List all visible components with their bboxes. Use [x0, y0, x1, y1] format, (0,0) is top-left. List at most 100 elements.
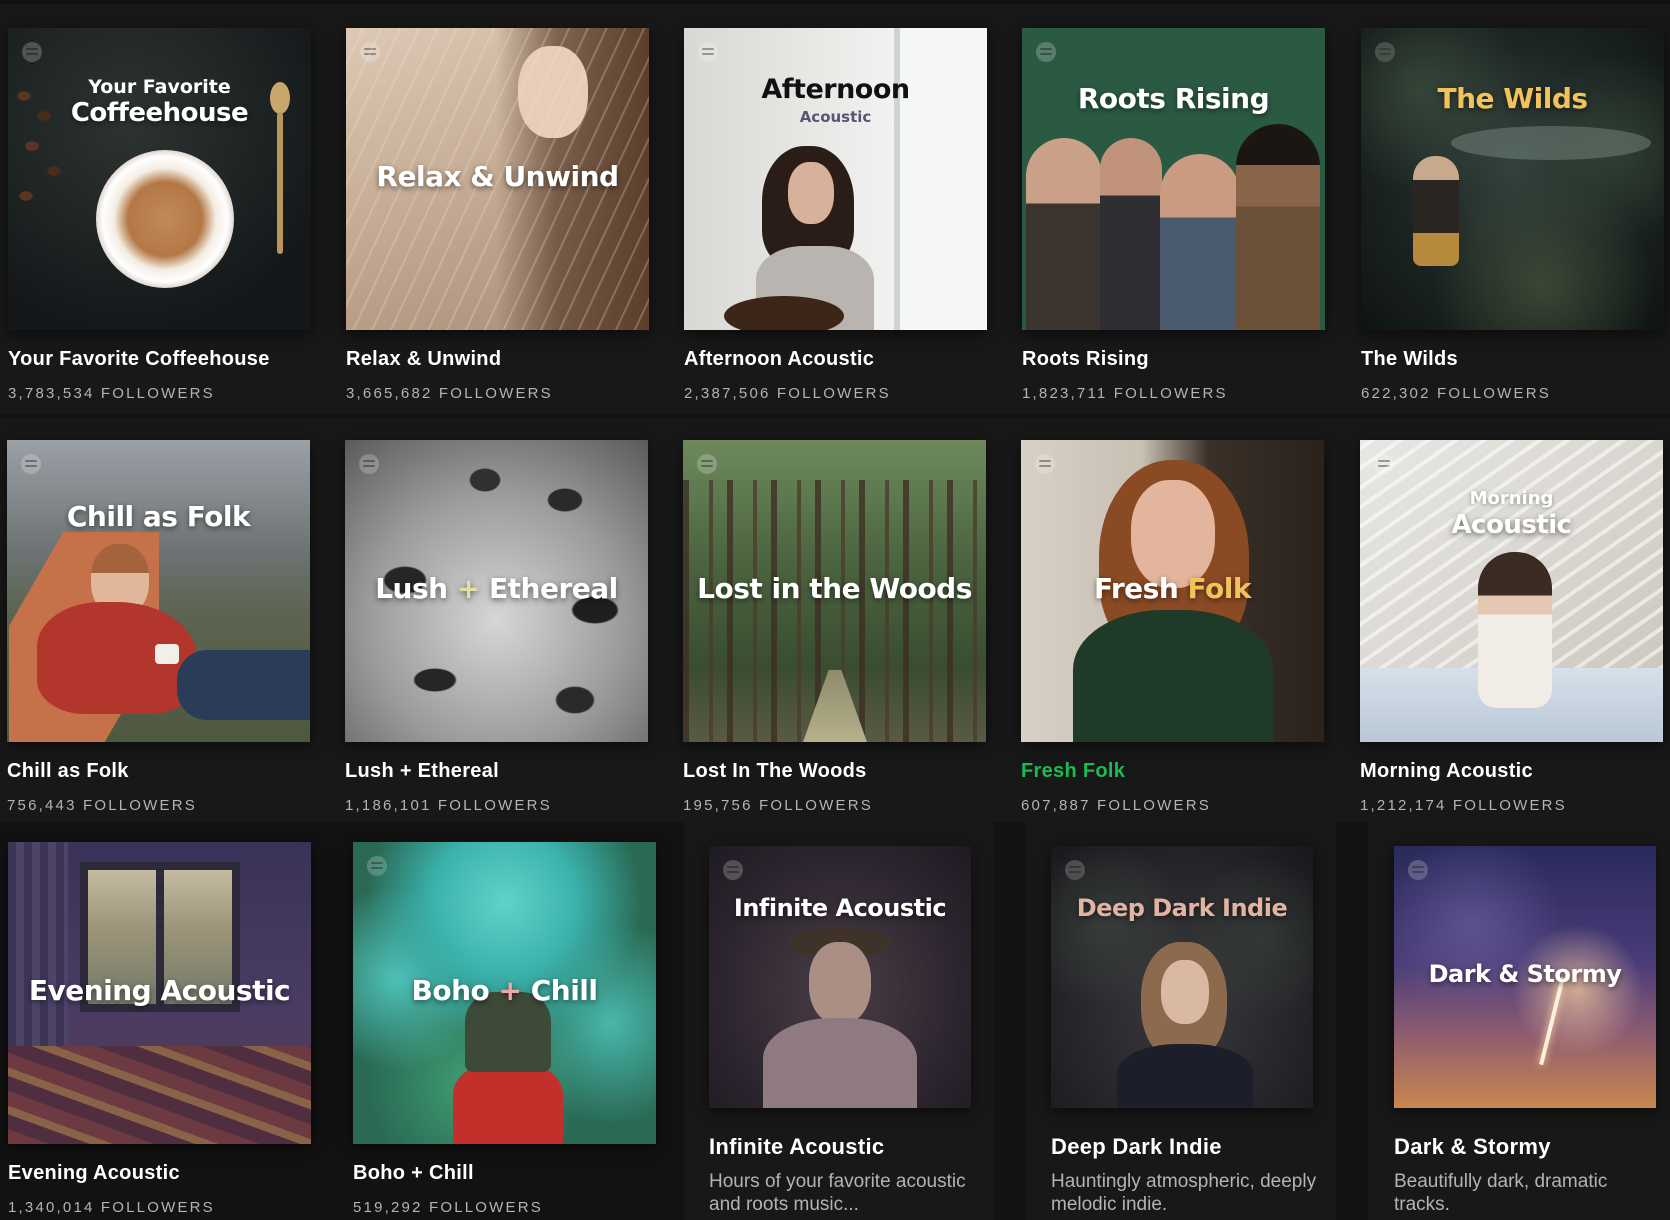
playlist-card-roots-rising[interactable]: Roots Rising Roots Rising 1,823,711 FOLL…: [1022, 28, 1327, 408]
playlist-title[interactable]: Dark & Stormy: [1394, 1134, 1551, 1160]
cover-title-plus: +: [498, 974, 522, 1007]
cover-title: Lush + Ethereal: [345, 572, 648, 605]
woman-figure: [1478, 552, 1552, 708]
coffee-cup-illustration: [96, 150, 234, 288]
playlist-card-fresh-folk[interactable]: Fresh Folk Fresh Folk 607,887 FOLLOWERS: [1021, 440, 1326, 820]
cover-title: Chill as Folk: [66, 500, 251, 533]
playlist-card-deep-dark-indie[interactable]: Deep Dark Indie Deep Dark Indie Haunting…: [1026, 822, 1336, 1220]
woman-face-figure: [1161, 960, 1209, 1024]
playlist-cover[interactable]: The Wilds: [1361, 28, 1664, 330]
cover-title-plus: +: [456, 572, 480, 605]
playlist-card-chill-as-folk[interactable]: Chill as Folk Chill as Folk 756,443 FOLL…: [7, 440, 312, 820]
playlist-cover[interactable]: Afternoon Acoustic: [684, 28, 987, 330]
playlist-followers: 1,212,174 FOLLOWERS: [1360, 797, 1567, 814]
playlist-followers: 3,665,682 FOLLOWERS: [346, 385, 553, 402]
playlist-title[interactable]: Lush + Ethereal: [345, 760, 499, 783]
cover-title: Infinite Acoustic: [733, 894, 947, 922]
playlist-card-evening-acoustic[interactable]: Evening Acoustic Evening Acoustic 1,340,…: [8, 842, 320, 1220]
cover-title: The Wilds: [1437, 82, 1588, 115]
playlist-title[interactable]: Your Favorite Coffeehouse: [8, 348, 270, 371]
cover-title-part: Chill: [530, 974, 598, 1007]
playlist-title[interactable]: Fresh Folk: [1021, 760, 1125, 783]
playlist-cover[interactable]: Dark & Stormy: [1394, 846, 1656, 1108]
playlist-card-the-wilds[interactable]: The Wilds The Wilds 622,302 FOLLOWERS: [1361, 28, 1666, 408]
spotify-logo-icon: [698, 42, 718, 62]
dark-top-figure: [1117, 1044, 1253, 1108]
spotify-logo-icon: [21, 454, 41, 474]
river-decoration: [1451, 126, 1651, 160]
playlist-followers: 622,302 FOLLOWERS: [1361, 385, 1551, 402]
cover-subtitle: Acoustic: [799, 108, 872, 126]
cover-title: Acoustic: [1451, 510, 1572, 540]
playlist-card-your-favorite-coffeehouse[interactable]: Your Favorite Coffeehouse Your Favorite …: [8, 28, 313, 408]
cover-title-accent: Folk: [1187, 572, 1252, 605]
playlist-cover[interactable]: Roots Rising: [1022, 28, 1325, 330]
spotify-logo-icon: [723, 860, 743, 880]
cover-subtitle: Morning: [1469, 488, 1554, 509]
cover-title: Lost in the Woods: [697, 572, 972, 605]
playlist-cover[interactable]: Deep Dark Indie: [1051, 846, 1313, 1108]
cover-title: Boho + Chill: [353, 974, 656, 1007]
playlist-title[interactable]: Relax & Unwind: [346, 348, 501, 371]
red-skirt-figure: [453, 1062, 563, 1144]
cover-title: Coffeehouse: [70, 98, 249, 128]
cover-title: Relax & Unwind: [376, 160, 619, 193]
playlist-cover[interactable]: Infinite Acoustic: [709, 846, 971, 1108]
playlist-followers: 519,292 FOLLOWERS: [353, 1199, 543, 1216]
playlist-cover[interactable]: Lush + Ethereal: [345, 440, 648, 742]
playlist-card-afternoon-acoustic[interactable]: Afternoon Acoustic Afternoon Acoustic 2,…: [684, 28, 989, 408]
playlist-title[interactable]: Evening Acoustic: [8, 1162, 180, 1185]
playlist-cover[interactable]: Fresh Folk: [1021, 440, 1324, 742]
spotify-logo-icon: [22, 42, 42, 62]
playlist-description: Hours of your favorite acoustic and root…: [709, 1171, 966, 1215]
playlist-title[interactable]: Lost In The Woods: [683, 760, 867, 783]
playlist-card-infinite-acoustic[interactable]: Infinite Acoustic Infinite Acoustic Hour…: [684, 822, 994, 1220]
playlist-followers: 1,340,014 FOLLOWERS: [8, 1199, 215, 1216]
cover-title: Roots Rising: [1077, 82, 1270, 115]
playlist-card-boho-chill[interactable]: Boho + Chill Boho + Chill 519,292 FOLLOW…: [353, 842, 665, 1220]
bed-quilt-decoration: [8, 1046, 311, 1144]
mug-figure: [155, 644, 179, 664]
playlist-card-morning-acoustic[interactable]: Morning Acoustic Morning Acoustic 1,212,…: [1360, 440, 1665, 820]
playlist-followers: 756,443 FOLLOWERS: [7, 797, 197, 814]
playlist-followers: 195,756 FOLLOWERS: [683, 797, 873, 814]
playlist-card-lost-in-the-woods[interactable]: Lost in the Woods Lost In The Woods 195,…: [683, 440, 988, 820]
cover-title-part: Lush: [375, 572, 448, 605]
playlist-title[interactable]: Deep Dark Indie: [1051, 1134, 1222, 1160]
playlist-followers: 1,823,711 FOLLOWERS: [1022, 385, 1228, 402]
person-figure: [1413, 156, 1459, 266]
playlist-cover[interactable]: Evening Acoustic: [8, 842, 311, 1144]
cover-title-part: Boho: [411, 974, 490, 1007]
green-sweater-figure: [1073, 610, 1273, 742]
cover-title-part: Ethereal: [489, 572, 618, 605]
playlist-cover[interactable]: Relax & Unwind: [346, 28, 649, 330]
playlist-cover[interactable]: Your Favorite Coffeehouse: [8, 28, 311, 330]
playlist-title[interactable]: Chill as Folk: [7, 760, 129, 783]
playlist-card-dark-stormy[interactable]: Dark & Stormy Dark & Stormy Beautifully …: [1368, 822, 1670, 1220]
playlist-cover[interactable]: Lost in the Woods: [683, 440, 986, 742]
cover-title: Evening Acoustic: [28, 974, 291, 1007]
playlist-title[interactable]: The Wilds: [1361, 348, 1458, 371]
man-face-figure: [809, 942, 871, 1024]
playlist-cover[interactable]: Chill as Folk: [7, 440, 310, 742]
playlist-card-relax-unwind[interactable]: Relax & Unwind Relax & Unwind 3,665,682 …: [346, 28, 651, 408]
playlist-title[interactable]: Roots Rising: [1022, 348, 1149, 371]
playlist-followers: 607,887 FOLLOWERS: [1021, 797, 1211, 814]
playlist-cover[interactable]: Boho + Chill: [353, 842, 656, 1144]
playlist-title[interactable]: Boho + Chill: [353, 1162, 474, 1185]
spotify-logo-icon: [697, 454, 717, 474]
cover-title: Deep Dark Indie: [1076, 894, 1288, 922]
playlist-followers: 2,387,506 FOLLOWERS: [684, 385, 891, 402]
playlist-title[interactable]: Afternoon Acoustic: [684, 348, 874, 371]
singer-face-figure: [788, 162, 834, 224]
band-member-figure: [1100, 138, 1162, 330]
playlist-followers: 3,783,534 FOLLOWERS: [8, 385, 215, 402]
playlist-card-lush-ethereal[interactable]: Lush + Ethereal Lush + Ethereal 1,186,10…: [345, 440, 650, 820]
playlist-title[interactable]: Infinite Acoustic: [709, 1134, 884, 1160]
cover-subtitle: Your Favorite: [88, 76, 231, 98]
playlist-title[interactable]: Morning Acoustic: [1360, 760, 1533, 783]
playlist-description: Hauntingly atmospheric, deeply melodic i…: [1051, 1171, 1317, 1215]
playlist-cover[interactable]: Morning Acoustic: [1360, 440, 1663, 742]
spoon-handle-decoration: [277, 112, 283, 254]
cover-title: Dark & Stormy: [1428, 960, 1622, 988]
